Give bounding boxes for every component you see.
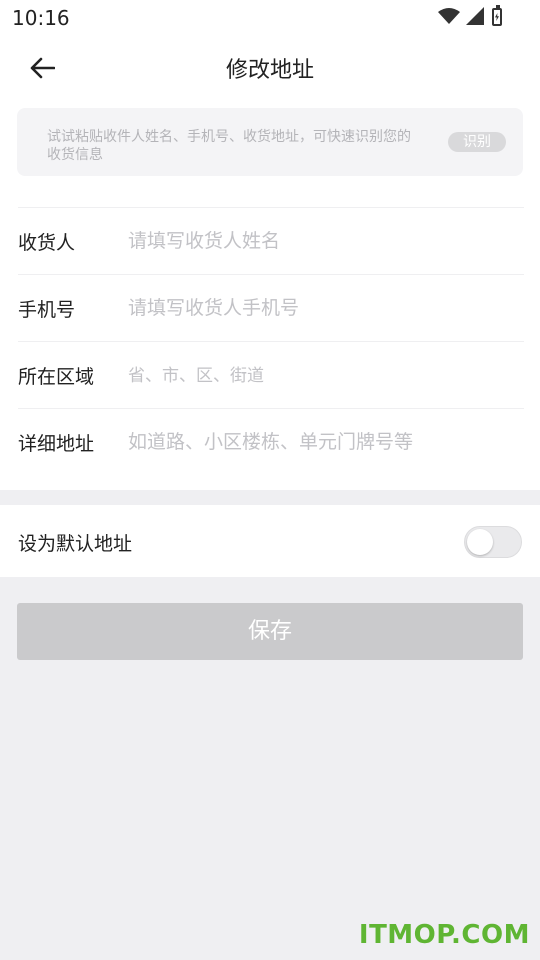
address-form: 收货人 手机号 所在区域 详细地址 [18, 207, 524, 475]
toggle-knob [467, 529, 493, 555]
save-button[interactable]: 保存 [17, 603, 523, 660]
form-row-region: 所在区域 [18, 341, 524, 408]
signal-icon [466, 7, 484, 25]
smart-paste-box[interactable]: 试试粘贴收件人姓名、手机号、收货地址，可快速识别您的收货信息 识别 [17, 108, 523, 176]
default-address-row: 设为默认地址 [0, 505, 540, 577]
region-label: 所在区域 [18, 366, 95, 388]
address-label: 详细地址 [18, 433, 95, 455]
watermark: ITMOP.COM [358, 920, 530, 950]
battery-icon [492, 5, 502, 26]
form-row-receiver: 收货人 [18, 207, 524, 274]
region-input[interactable] [128, 360, 508, 390]
default-address-label: 设为默认地址 [18, 533, 133, 555]
form-row-address: 详细地址 [18, 408, 524, 475]
detail-address-input[interactable] [128, 427, 508, 457]
header: 修改地址 [0, 36, 540, 98]
phone-input[interactable] [128, 293, 508, 323]
status-bar: 10:16 [0, 0, 540, 36]
smart-paste-placeholder: 试试粘贴收件人姓名、手机号、收货地址，可快速识别您的收货信息 [47, 129, 411, 163]
wifi-icon [438, 8, 460, 24]
page-title: 修改地址 [225, 58, 314, 83]
status-icons [438, 7, 484, 25]
default-address-toggle[interactable] [464, 526, 522, 558]
receiver-name-input[interactable] [128, 226, 508, 256]
form-row-phone: 手机号 [18, 274, 524, 341]
recognize-button[interactable]: 识别 [448, 132, 506, 152]
phone-label: 手机号 [18, 299, 76, 321]
status-time: 10:16 [12, 6, 70, 30]
receiver-label: 收货人 [18, 232, 76, 254]
